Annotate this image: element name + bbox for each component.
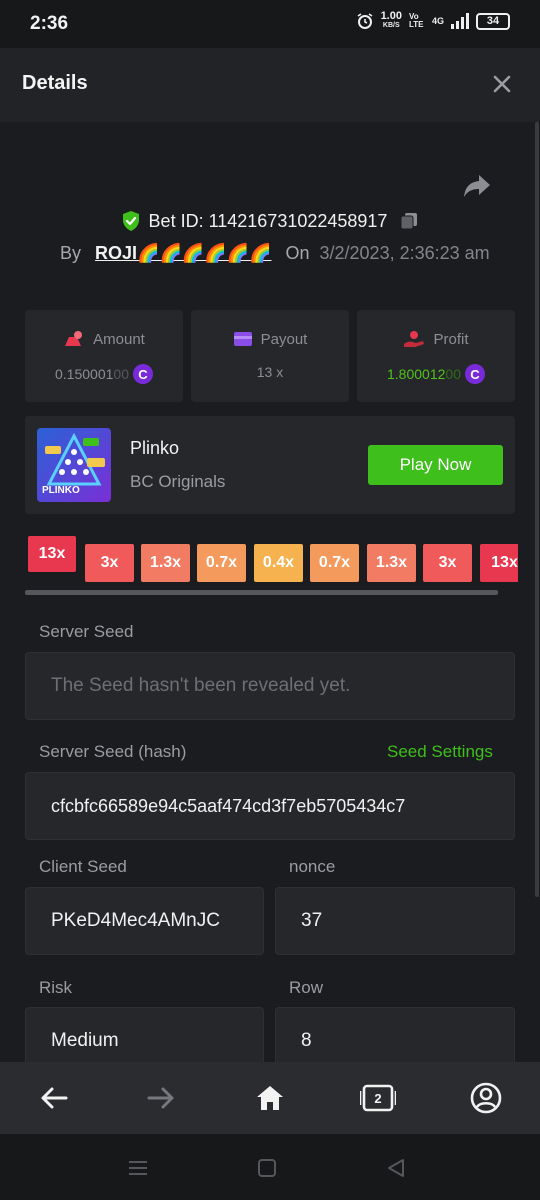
seed-settings-link[interactable]: Seed Settings <box>387 742 493 762</box>
amount-label: Amount <box>93 330 145 348</box>
row-label: Row <box>289 978 324 997</box>
status-icons: 1.00 KB/S Vo LTE 4G 34 <box>356 10 510 30</box>
close-icon[interactable] <box>488 70 516 98</box>
multiplier-chip: 0.7x <box>310 544 359 582</box>
browser-bottom-nav: 2 <box>0 1062 540 1134</box>
multiplier-row: 13x 3x 1.3x 0.7x 0.4x 0.7x 1.3x 3x 13x <box>0 534 518 594</box>
wallet-icon <box>233 332 252 346</box>
amount-value: 0.150001 <box>55 366 114 382</box>
server-seed-field[interactable]: The Seed hasn't been revealed yet. <box>25 652 515 720</box>
back-icon[interactable] <box>36 1080 72 1116</box>
on-label: On <box>285 243 310 263</box>
multiplier-scrollbar[interactable] <box>25 590 498 595</box>
multiplier-chip: 13x <box>28 536 76 572</box>
multiplier-chip: 1.3x <box>367 544 416 582</box>
tab-count: 2 <box>374 1090 382 1106</box>
bet-date: 3/2/2023, 2:36:23 am <box>319 243 490 263</box>
coin-icon: C <box>132 364 153 384</box>
payout-label: Payout <box>260 330 308 348</box>
details-header: Details <box>0 48 540 122</box>
network-type: 4G <box>431 16 444 26</box>
game-thumbnail[interactable]: PLINKO <box>37 428 111 502</box>
multiplier-chip: 3x <box>423 544 472 582</box>
multiplier-chip: 0.7x <box>197 544 246 582</box>
by-label: By <box>60 243 82 263</box>
bet-id: 114216731022458917 <box>208 210 388 231</box>
nonce-label: nonce <box>289 857 336 876</box>
profit-label: Profit <box>433 330 469 348</box>
server-hash-field[interactable]: cfcbfc66589e94c5aaf474cd3f7eb5705434c7 <box>25 772 515 840</box>
profit-card: Profit 1.800012 00 C <box>357 310 515 402</box>
payout-card: Payout 13 x <box>191 310 349 402</box>
amount-card: Amount 0.150001 00 C <box>25 310 183 402</box>
username-link[interactable]: ROJI🌈🌈🌈🌈🌈🌈 <box>95 243 271 264</box>
game-provider: BC Originals <box>130 472 226 491</box>
profit-icon <box>404 331 425 347</box>
coin-icon: C <box>464 364 485 384</box>
system-home-icon[interactable] <box>255 1156 279 1180</box>
tabs-icon[interactable]: 2 <box>360 1080 396 1116</box>
multiplier-chip: 0.4x <box>254 544 303 582</box>
server-seed-label: Server Seed <box>39 622 134 641</box>
client-seed-field[interactable]: PKeD4Mec4AMnJC <box>25 887 264 955</box>
network-speed: 1.00 KB/S <box>380 10 402 30</box>
bet-owner-row: By ROJI🌈🌈🌈🌈🌈🌈 On 3/2/2023, 2:36:23 am <box>60 243 490 264</box>
risk-label: Risk <box>39 978 73 997</box>
play-now-button[interactable]: Play Now <box>368 445 503 485</box>
nonce-field[interactable]: 37 <box>275 887 515 955</box>
recents-icon[interactable] <box>126 1156 150 1180</box>
home-icon[interactable] <box>252 1080 288 1116</box>
bet-id-row: Bet ID: 114216731022458917 <box>0 210 540 232</box>
battery-icon: 34 <box>476 12 510 30</box>
game-card: PLINKO Plinko BC Originals Play Now <box>25 416 515 514</box>
copy-icon[interactable] <box>399 211 419 231</box>
system-nav-bar <box>0 1134 540 1200</box>
forward-icon[interactable] <box>143 1080 179 1116</box>
volte-indicator: Vo LTE <box>408 12 424 29</box>
server-hash-label: Server Seed (hash) <box>39 742 187 761</box>
status-time: 2:36 <box>30 13 69 34</box>
signal-icon <box>451 13 469 29</box>
share-icon[interactable] <box>462 172 492 200</box>
bet-id-label: Bet ID: <box>148 210 204 231</box>
profit-value: 1.800012 <box>387 366 446 382</box>
system-back-icon[interactable] <box>384 1156 408 1180</box>
payout-value: 13 x <box>256 364 284 380</box>
account-icon[interactable] <box>468 1080 504 1116</box>
amount-icon <box>65 331 83 346</box>
scrollbar[interactable] <box>535 122 539 897</box>
game-name: Plinko <box>130 438 180 458</box>
multiplier-chip: 1.3x <box>141 544 190 582</box>
page-title: Details <box>22 72 88 94</box>
status-bar: 2:36 1.00 KB/S Vo LTE 4G 34 <box>0 0 540 48</box>
alarm-icon <box>357 13 373 29</box>
multiplier-chip: 13x <box>480 544 518 582</box>
multiplier-chip: 3x <box>85 544 134 582</box>
client-seed-label: Client Seed <box>39 857 127 876</box>
shield-check-icon <box>122 211 139 231</box>
